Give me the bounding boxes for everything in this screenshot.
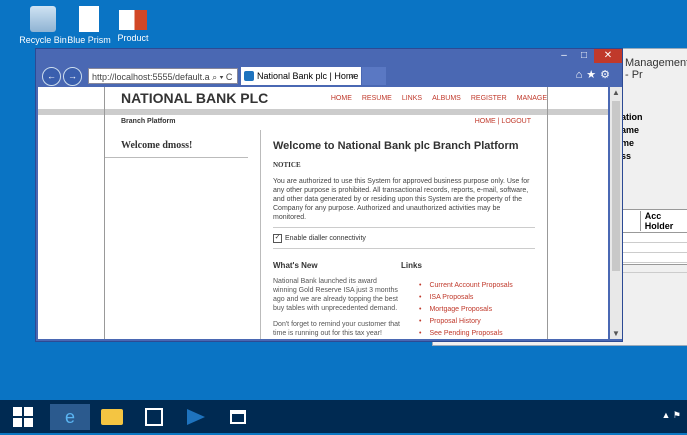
forward-arrow-icon[interactable]: →: [63, 66, 82, 86]
site-container: NATIONAL BANK PLC HOME RESUME LINKS ALBU…: [104, 87, 548, 339]
desktop-icon-label: Blue Prism: [67, 35, 111, 45]
page-content: NATIONAL BANK PLC HOME RESUME LINKS ALBU…: [38, 87, 608, 339]
sub-header: Branch Platform HOME | LOGOUT: [105, 115, 547, 129]
table-row[interactable]: [620, 263, 687, 273]
windows-logo-icon: [13, 407, 33, 427]
back-arrow-icon[interactable]: ←: [42, 66, 61, 86]
column-header-acc-holder: Acc Holder: [644, 211, 674, 231]
folder-icon: [101, 409, 123, 425]
main-content: Welcome to National Bank plc Branch Plat…: [273, 130, 535, 339]
account-table[interactable]: Acc Holder: [619, 209, 687, 273]
main-menu: HOME RESUME LINKS ALBUMS REGISTER MANAGE: [291, 95, 547, 102]
menu-item-manage[interactable]: MANAGE: [517, 95, 547, 102]
left-window-edge: [0, 80, 35, 340]
internet-explorer-icon: e: [64, 407, 75, 427]
page-title: Welcome to National Bank plc Branch Plat…: [273, 140, 519, 152]
gear-icon[interactable]: ⚙: [600, 69, 614, 81]
site-header: NATIONAL BANK PLC HOME RESUME LINKS ALBU…: [105, 87, 547, 109]
welcome-user: Welcome dmoss!: [105, 130, 248, 158]
tab-close-icon[interactable]: ×: [350, 67, 355, 85]
toolbar-icons: ⌂★⚙: [576, 68, 614, 81]
links-title: Links: [401, 261, 422, 270]
field-label: ame: [621, 125, 640, 135]
powerpoint-icon: [119, 10, 147, 30]
tab-title: National Bank plc | Home: [257, 71, 359, 81]
recycle-bin-icon: [30, 6, 56, 32]
maximize-button[interactable]: □: [574, 49, 594, 63]
minimize-button[interactable]: –: [554, 49, 574, 63]
dialler-checkbox-row[interactable]: ✓ Enable dialler connectivity: [273, 227, 535, 249]
whats-new-column: What's New National Bank launched its aw…: [273, 261, 401, 339]
star-icon[interactable]: ★: [586, 69, 600, 81]
sidebar: Welcome dmoss!: [105, 130, 261, 339]
scroll-up-icon[interactable]: ▲: [612, 88, 620, 97]
address-bar[interactable]: http://localhost:5555/default.a ⌕ ▾ C: [88, 68, 238, 84]
vertical-scrollbar[interactable]: ▲ ▼: [610, 87, 622, 339]
dialler-checkbox[interactable]: ✓: [273, 234, 282, 243]
taskbar-store-button[interactable]: [134, 404, 174, 430]
close-button[interactable]: ✕: [594, 49, 622, 63]
home-icon[interactable]: ⌂: [576, 69, 587, 81]
site-logo[interactable]: NATIONAL BANK PLC: [105, 90, 291, 106]
link-proposal-history[interactable]: Proposal History: [419, 318, 531, 330]
search-icon[interactable]: ⌕ ▾ C: [212, 72, 232, 82]
blue-prism-icon: [187, 409, 205, 425]
desktop-icon-label: Recycle Bin: [19, 35, 67, 45]
field-label: me: [621, 138, 635, 148]
link-see-pending-proposals[interactable]: See Pending Proposals: [419, 330, 531, 339]
scrollbar-thumb[interactable]: [612, 101, 620, 271]
notice-text: You are authorized to use this System fo…: [273, 178, 530, 221]
link-isa-proposals[interactable]: ISA Proposals: [419, 294, 531, 306]
system-tray[interactable]: ▲ ⚑: [662, 410, 681, 421]
menu-item-resume[interactable]: RESUME: [362, 95, 392, 102]
links-list: Current Account Proposals ISA Proposals …: [401, 282, 531, 339]
whats-new-title: What's New: [273, 261, 318, 270]
menu-item-home[interactable]: HOME: [331, 95, 352, 102]
menu-item-albums[interactable]: ALBUMS: [432, 95, 461, 102]
field-label: ss: [621, 151, 632, 161]
taskbar: e ▲ ⚑: [0, 400, 687, 433]
browser-tab[interactable]: National Bank plc | Home ×: [241, 67, 361, 85]
favicon-icon: [244, 71, 254, 81]
table-row[interactable]: [620, 253, 687, 263]
menu-item-register[interactable]: REGISTER: [471, 95, 507, 102]
link-mortgage-proposals[interactable]: Mortgage Proposals: [419, 306, 531, 318]
window-controls: – □ ✕: [554, 49, 622, 63]
table-header: Acc Holder: [620, 210, 687, 233]
field-label: ation: [621, 112, 643, 122]
scroll-down-icon[interactable]: ▼: [612, 329, 620, 338]
link-current-account-proposals[interactable]: Current Account Proposals: [419, 282, 531, 294]
links-column: Links Current Account Proposals ISA Prop…: [401, 261, 531, 339]
window-icon: [230, 410, 246, 424]
desktop-icon-blue-prism[interactable]: Blue Prism: [64, 6, 114, 45]
browser-window[interactable]: – □ ✕ ← → http://localhost:5555/default.…: [35, 48, 623, 342]
desktop-icon-product[interactable]: Product: [108, 6, 158, 43]
background-window-labels: ation ame me ss: [621, 111, 643, 163]
desktop-icon-label: Product: [117, 33, 149, 43]
menu-item-links[interactable]: LINKS: [402, 95, 422, 102]
taskbar-blue-prism-button[interactable]: [176, 404, 216, 430]
dialler-label: Enable dialler connectivity: [285, 235, 366, 242]
table-row[interactable]: [620, 243, 687, 253]
notice-title: NOTICE: [273, 161, 301, 169]
taskbar-explorer-button[interactable]: [92, 404, 132, 430]
taskbar-window-button[interactable]: [218, 404, 258, 430]
document-icon: [79, 6, 99, 32]
sub-header-links[interactable]: HOME | LOGOUT: [475, 118, 531, 125]
desktop: Recycle Bin Blue Prism Product Managemen…: [0, 0, 687, 400]
branch-platform-label: Branch Platform: [121, 118, 176, 125]
desktop-icon-recycle-bin[interactable]: Recycle Bin: [18, 6, 68, 45]
content-columns: What's New National Bank launched its aw…: [273, 261, 535, 339]
table-row[interactable]: [620, 233, 687, 243]
start-button[interactable]: [6, 404, 46, 430]
whats-new-text: Don't forget to remind your customer tha…: [273, 321, 401, 337]
browser-title-bar[interactable]: – □ ✕: [36, 49, 622, 65]
whats-new-text: National Bank launched its award winning…: [273, 278, 398, 312]
browser-navbar: ← → http://localhost:5555/default.a ⌕ ▾ …: [36, 65, 622, 87]
taskbar-ie-button[interactable]: e: [50, 404, 90, 430]
new-tab-button[interactable]: [362, 67, 386, 85]
store-icon: [145, 408, 163, 426]
